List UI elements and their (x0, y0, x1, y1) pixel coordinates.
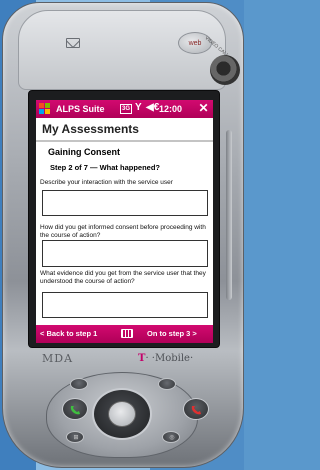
call-button[interactable] (62, 398, 88, 420)
next-button[interactable]: On to step 3 > (147, 329, 197, 338)
antenna-icon[interactable]: Y (135, 102, 142, 113)
windows-flag-icon[interactable] (39, 103, 51, 114)
navigation-bar: < Back to step 1 On to step 3 > (36, 325, 213, 343)
question-2-label: How did you get informed consent before … (40, 224, 206, 239)
ok-key-icon: ◎ (169, 435, 175, 441)
question-3-label: What evidence did you get from the servi… (40, 270, 206, 285)
app-title: ALPS Suite (56, 104, 105, 114)
page-title: My Assessments (42, 122, 139, 136)
left-softkey[interactable] (70, 378, 88, 390)
divider (36, 140, 213, 142)
end-call-icon (191, 406, 201, 415)
question-3-answer-field[interactable] (42, 292, 208, 318)
camera-lens (210, 55, 240, 85)
stylus-slot (226, 130, 232, 300)
brand-logo-tmobile: T· ·Mobile· (138, 353, 193, 364)
ok-key[interactable]: ◎ (162, 431, 180, 443)
network-3g-icon[interactable]: 3G (120, 104, 133, 114)
mail-icon[interactable] (66, 38, 80, 48)
screen: ALPS Suite 3G Y ◀€ 12:00 ✕ My Assessment… (36, 100, 213, 343)
phone-icon (70, 406, 80, 415)
right-softkey[interactable] (158, 378, 176, 390)
keyboard-icon[interactable] (121, 329, 133, 338)
brand-logo-mda: MDA (42, 352, 74, 365)
question-1-answer-field[interactable] (42, 190, 208, 216)
close-icon[interactable]: ✕ (196, 101, 211, 116)
step-label: Step 2 of 7 — What happened? (50, 163, 161, 172)
brand-mobile-text: · ·Mobile· (145, 353, 194, 364)
windows-key-icon: ⊞ (73, 435, 79, 441)
speaker-icon[interactable]: ◀€ (146, 102, 159, 113)
select-button[interactable] (108, 401, 136, 427)
back-button[interactable]: < Back to step 1 (40, 329, 97, 338)
end-call-button[interactable] (183, 398, 209, 420)
clock[interactable]: 12:00 (159, 104, 182, 114)
title-bar: ALPS Suite 3G Y ◀€ 12:00 ✕ (36, 100, 213, 118)
question-2-answer-field[interactable] (42, 240, 208, 267)
question-1-label: Describe your interaction with the servi… (40, 179, 173, 186)
start-key[interactable]: ⊞ (66, 431, 84, 443)
section-heading: Gaining Consent (48, 147, 120, 157)
